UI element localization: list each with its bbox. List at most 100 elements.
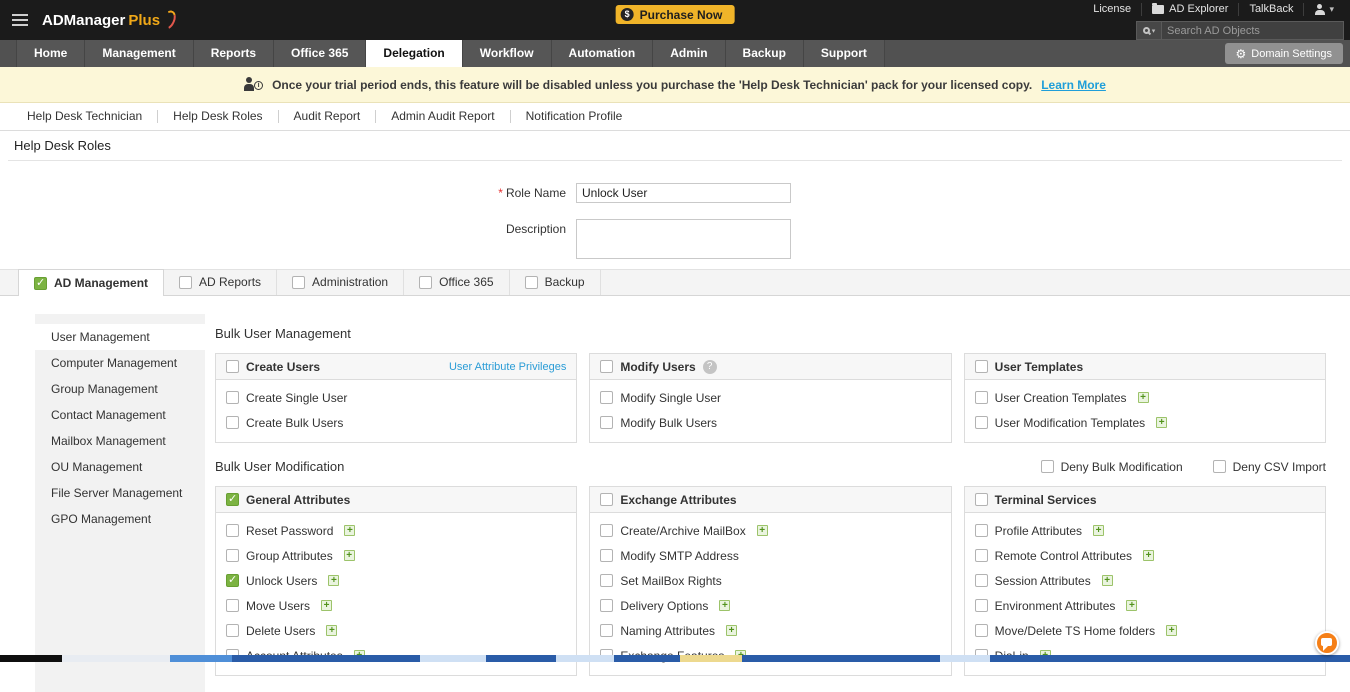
checkbox-deny-bulk-modification[interactable] (1040, 460, 1054, 473)
checkbox-office-365[interactable] (419, 275, 433, 289)
checkbox-create-single-user[interactable] (226, 391, 239, 404)
expand-plus-icon[interactable] (326, 625, 338, 636)
checkbox-profile-attributes[interactable] (974, 524, 988, 537)
checkbox-delete-users[interactable] (226, 624, 239, 637)
search-icon (1142, 27, 1150, 34)
permission-item: Environment Attributes (974, 593, 1315, 618)
expand-plus-icon[interactable] (1126, 600, 1138, 611)
chat-support-fab[interactable] (1315, 631, 1339, 655)
checkbox-user-templates[interactable] (974, 360, 988, 373)
user-attribute-privileges-link[interactable]: User Attribute Privileges (449, 361, 566, 373)
subnav-notification-profile[interactable]: Notification Profile (511, 110, 638, 123)
checkbox-move-delete-ts-home-folders[interactable] (974, 624, 988, 637)
expand-plus-icon[interactable] (756, 525, 768, 536)
purchase-now-button[interactable]: Purchase Now (615, 5, 735, 24)
nav-tab-workflow[interactable]: Workflow (462, 40, 552, 67)
deny-check-deny-bulk-modification[interactable]: Deny Bulk Modification (1040, 460, 1183, 474)
hamburger-menu-icon[interactable] (12, 14, 28, 26)
panel-title: General Attributes (246, 492, 351, 507)
nav-tab-home[interactable]: Home (16, 40, 86, 67)
checkbox-terminal-services[interactable] (974, 493, 988, 506)
sidebar-item-mailbox-management[interactable]: Mailbox Management (35, 428, 205, 454)
expand-plus-icon[interactable] (1093, 525, 1105, 536)
nav-tab-automation[interactable]: Automation (551, 40, 654, 67)
checkbox-exchange-attributes[interactable] (600, 493, 614, 506)
sidebar-item-group-management[interactable]: Group Management (35, 376, 205, 402)
checkbox-create-bulk-users[interactable] (226, 416, 239, 429)
permission-label: Move/Delete TS Home folders (994, 623, 1156, 638)
checkbox-modify-bulk-users[interactable] (600, 416, 614, 429)
permission-item: Move Users (226, 593, 566, 618)
category-tab-office-365[interactable]: Office 365 (404, 269, 510, 295)
checkbox-session-attributes[interactable] (974, 574, 988, 587)
nav-tab-delegation[interactable]: Delegation (366, 40, 463, 67)
checkbox-delivery-options[interactable] (600, 599, 614, 612)
checkbox-create-users[interactable] (226, 360, 239, 373)
sidebar-item-file-server-management[interactable]: File Server Management (35, 480, 205, 506)
nav-tab-office-365[interactable]: Office 365 (274, 40, 367, 67)
expand-plus-icon[interactable] (344, 525, 356, 536)
expand-plus-icon[interactable] (328, 575, 340, 586)
checkbox-environment-attributes[interactable] (974, 599, 988, 612)
license-link[interactable]: License (1083, 3, 1141, 16)
category-tab-ad-management[interactable]: AD Management (18, 269, 165, 296)
domain-settings-button[interactable]: ⚙ Domain Settings (1224, 43, 1343, 64)
checkbox-ad-management[interactable] (34, 276, 47, 290)
expand-plus-icon[interactable] (719, 600, 731, 611)
sidebar-item-contact-management[interactable]: Contact Management (35, 402, 205, 428)
checkbox-user-modification-templates[interactable] (974, 416, 988, 429)
checkbox-reset-password[interactable] (226, 524, 239, 537)
user-menu[interactable]: ▾ (1303, 3, 1344, 16)
expand-plus-icon[interactable] (1101, 575, 1113, 586)
deny-check-deny-csv-import[interactable]: Deny CSV Import (1212, 460, 1326, 474)
nav-tab-management[interactable]: Management (85, 40, 194, 67)
nav-tab-admin[interactable]: Admin (653, 40, 726, 67)
nav-tab-support[interactable]: Support (803, 40, 885, 67)
checkbox-create-archive-mailbox[interactable] (600, 524, 614, 537)
subnav-help-desk-technician[interactable]: Help Desk Technician (12, 110, 159, 123)
category-tab-administration[interactable]: Administration (277, 269, 405, 295)
subnav-audit-report[interactable]: Audit Report (279, 110, 377, 123)
checkbox-naming-attributes[interactable] (600, 624, 614, 637)
checkbox-unlock-users[interactable] (226, 573, 239, 587)
talkback-link[interactable]: TalkBack (1238, 3, 1303, 16)
checkbox-group-attributes[interactable] (226, 549, 239, 562)
subnav-admin-audit-report[interactable]: Admin Audit Report (376, 110, 511, 123)
expand-plus-icon[interactable] (1156, 417, 1168, 428)
category-tab-ad-reports[interactable]: AD Reports (164, 269, 278, 295)
checkbox-administration[interactable] (292, 275, 306, 289)
checkbox-move-users[interactable] (226, 599, 239, 612)
checkbox-set-mailbox-rights[interactable] (600, 574, 614, 587)
sidebar-item-user-management[interactable]: User Management (35, 324, 205, 350)
checkbox-general-attributes[interactable] (226, 492, 239, 506)
nav-tab-reports[interactable]: Reports (193, 40, 275, 67)
checkbox-backup[interactable] (524, 275, 538, 289)
category-tab-backup[interactable]: Backup (510, 269, 601, 295)
checkbox-modify-smtp-address[interactable] (600, 549, 614, 562)
ad-explorer-link[interactable]: AD Explorer (1141, 3, 1238, 16)
sidebar-item-gpo-management[interactable]: GPO Management (35, 506, 205, 532)
checkbox-ad-reports[interactable] (179, 275, 193, 289)
checkbox-modify-single-user[interactable] (600, 391, 614, 404)
expand-plus-icon[interactable] (321, 600, 333, 611)
expand-plus-icon[interactable] (1137, 392, 1149, 403)
nav-tab-backup[interactable]: Backup (725, 40, 804, 67)
panel-items: Profile Attributes Remote Control Attribu… (965, 513, 1325, 675)
search-scope-dropdown[interactable]: ▾ (1136, 21, 1161, 40)
expand-plus-icon[interactable] (726, 625, 738, 636)
learn-more-link[interactable]: Learn More (1041, 78, 1106, 92)
checkbox-user-creation-templates[interactable] (974, 391, 988, 404)
role-name-input[interactable] (576, 183, 791, 203)
sidebar-item-computer-management[interactable]: Computer Management (35, 350, 205, 376)
subnav-help-desk-roles[interactable]: Help Desk Roles (158, 110, 279, 123)
expand-plus-icon[interactable] (1166, 625, 1178, 636)
search-input[interactable] (1161, 21, 1344, 40)
description-field[interactable] (576, 219, 791, 259)
expand-plus-icon[interactable] (343, 550, 355, 561)
expand-plus-icon[interactable] (1143, 550, 1155, 561)
checkbox-remote-control-attributes[interactable] (974, 549, 988, 562)
checkbox-deny-csv-import[interactable] (1212, 460, 1226, 473)
sidebar-item-ou-management[interactable]: OU Management (35, 454, 205, 480)
checkbox-modify-users[interactable] (600, 360, 614, 373)
help-icon[interactable] (702, 359, 717, 374)
